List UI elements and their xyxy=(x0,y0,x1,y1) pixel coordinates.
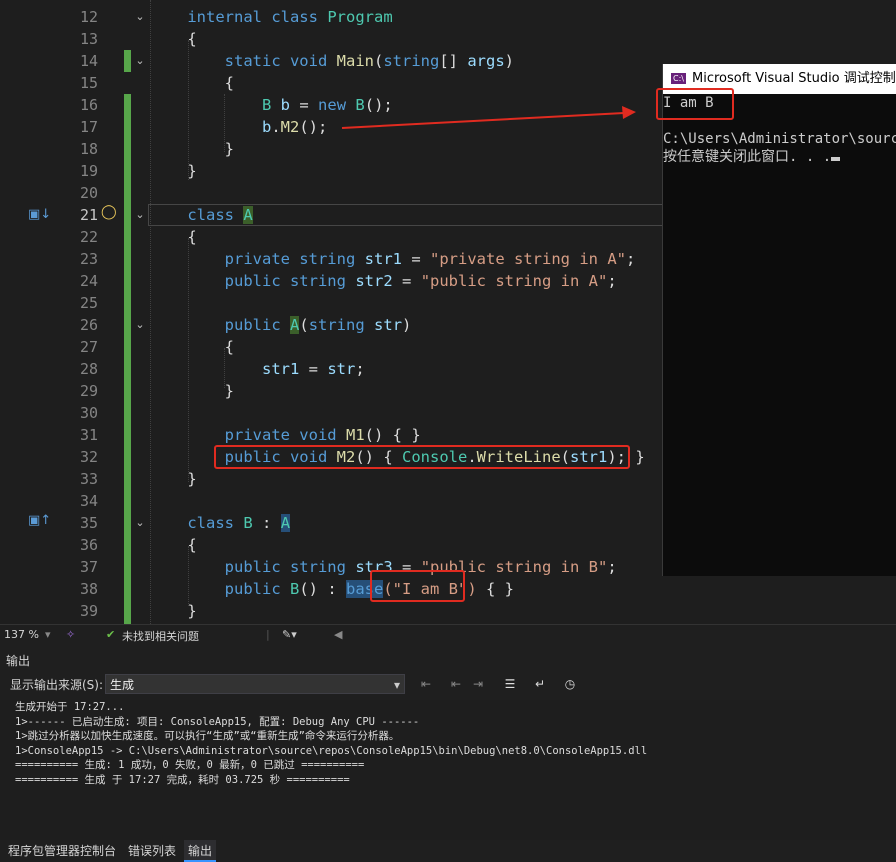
output-line: ========== 生成: 1 成功，0 失败，0 最新，0 已跳过 ====… xyxy=(15,759,365,771)
divider: | xyxy=(266,628,270,641)
zoom-level[interactable]: 137 % xyxy=(4,628,39,641)
zoom-dropdown-icon[interactable]: ▾ xyxy=(45,628,51,641)
output-panel-title: 输出 xyxy=(6,654,31,668)
output-source-value: 生成 xyxy=(110,678,135,692)
output-line: 1>ConsoleApp15 -> C:\Users\Administrator… xyxy=(15,744,648,757)
find-message-icon[interactable]: ⇤ xyxy=(418,676,434,692)
issues-status[interactable]: 未找到相关问题 xyxy=(122,628,199,644)
output-panel: 输出 显示输出来源(S): 生成 ▾ ⇤ ⇤ ⇥ ☰ ↵ ◷ 生成开始于 17:… xyxy=(0,650,896,862)
code-editor[interactable]: ▣↓ ◯ ▣↑ 12 13 14 15 16 17 18 19 20 21 22 23 24 25 26 27… xyxy=(0,0,896,624)
tab-package-manager-console[interactable]: 程序包管理器控制台 xyxy=(4,840,120,862)
chevron-down-icon: ▾ xyxy=(393,678,400,692)
copilot-icon[interactable]: ✧ xyxy=(66,628,75,641)
previous-message-icon[interactable]: ⇤ xyxy=(448,676,464,692)
output-line: ========== 生成 于 17:27 完成，耗时 03.725 秒 ===… xyxy=(15,773,350,786)
tab-error-list[interactable]: 错误列表 xyxy=(124,840,180,862)
output-source-label: 显示输出来源(S): xyxy=(10,678,104,692)
brush-icon[interactable]: ✎▾ xyxy=(282,628,297,641)
timestamp-icon[interactable]: ◷ xyxy=(562,676,578,692)
check-circle-icon: ✔ xyxy=(106,628,116,641)
output-line: 1>------ 已启动生成: 项目: ConsoleApp15, 配置: De… xyxy=(15,715,420,728)
clear-all-icon[interactable]: ☰ xyxy=(502,676,518,692)
scroll-left-icon[interactable]: ◀ xyxy=(334,628,342,641)
editor-status-bar: 137 % ▾ ✧ ✔ 未找到相关问题 | ✎▾ ◀ xyxy=(0,624,896,645)
next-message-icon[interactable]: ⇥ xyxy=(470,676,486,692)
annotation-arrow xyxy=(341,106,636,129)
output-source-select[interactable]: 生成 ▾ xyxy=(105,674,405,694)
output-toolbar: 显示输出来源(S): 生成 ▾ ⇤ ⇤ ⇥ ☰ ↵ ◷ xyxy=(0,672,896,698)
bottom-tab-strip: 程序包管理器控制台 错误列表 输出 xyxy=(0,840,896,862)
output-line: 生成开始于 17:27... xyxy=(15,701,125,713)
tab-output[interactable]: 输出 xyxy=(184,840,217,862)
output-line: 1>跳过分析器以加快生成速度。可以执行“生成”或“重新生成”命令来运行分析器。 xyxy=(15,730,400,742)
word-wrap-icon[interactable]: ↵ xyxy=(532,676,548,692)
output-text-area[interactable]: 生成开始于 17:27... 1>------ 已启动生成: 项目: Consol… xyxy=(0,700,896,840)
